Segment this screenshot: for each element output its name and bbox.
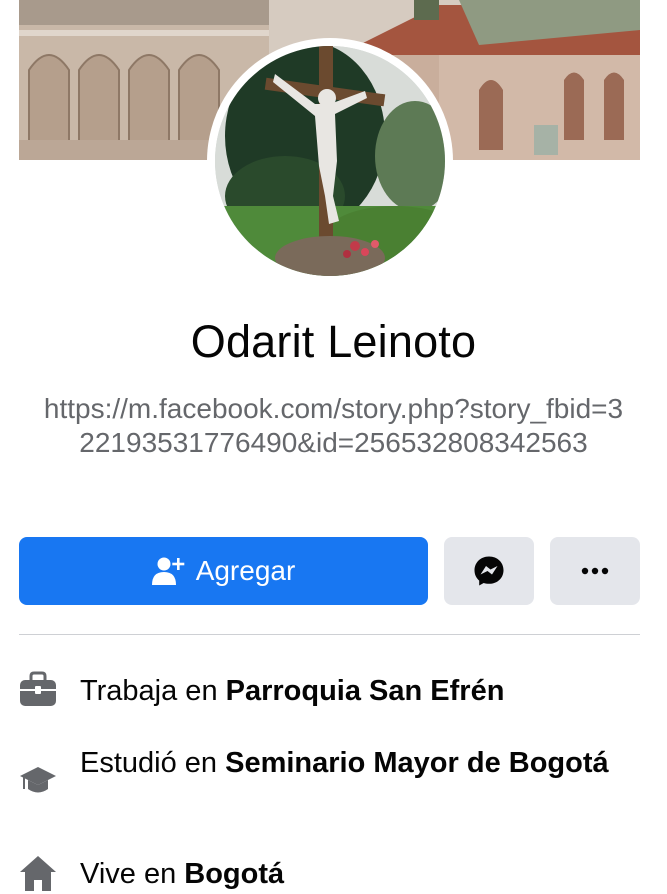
graduation-cap-icon [20,767,56,793]
education-link[interactable]: Seminario Mayor de Bogotá [225,747,609,779]
add-friend-label: Agregar [195,555,296,586]
add-friend-icon [151,557,184,585]
residence-prefix: Vive en [80,858,185,890]
education-prefix: Estudió en [80,747,226,779]
education-text: Estudió en Seminario Mayor de Bogotá [80,745,640,782]
add-friend-button[interactable]: Agregar [19,537,428,605]
residence-detail: Vive en Bogotá [19,852,640,894]
residence-text: Vive en Bogotá [80,856,640,893]
messenger-button[interactable] [444,537,534,605]
profile-picture[interactable] [207,38,453,284]
work-text: Trabaja en Parroquia San Efrén [80,673,640,710]
work-detail: Trabaja en Parroquia San Efrén [19,669,640,713]
more-icon [581,567,609,575]
residence-link[interactable]: Bogotá [184,858,284,890]
work-prefix: Trabaja en [80,675,226,707]
profile-name: Odarit Leinoto [190,316,477,367]
profile-bio[interactable]: https://m.facebook.com/story.php?story_f… [40,392,627,460]
more-options-button[interactable] [550,537,640,605]
briefcase-icon [20,671,56,706]
profile-picture-image [215,46,445,276]
messenger-icon [474,556,504,586]
home-icon [20,856,56,891]
education-detail: Estudió en Seminario Mayor de Bogotá [19,745,640,821]
work-link[interactable]: Parroquia San Efrén [226,675,505,707]
divider [19,634,640,635]
